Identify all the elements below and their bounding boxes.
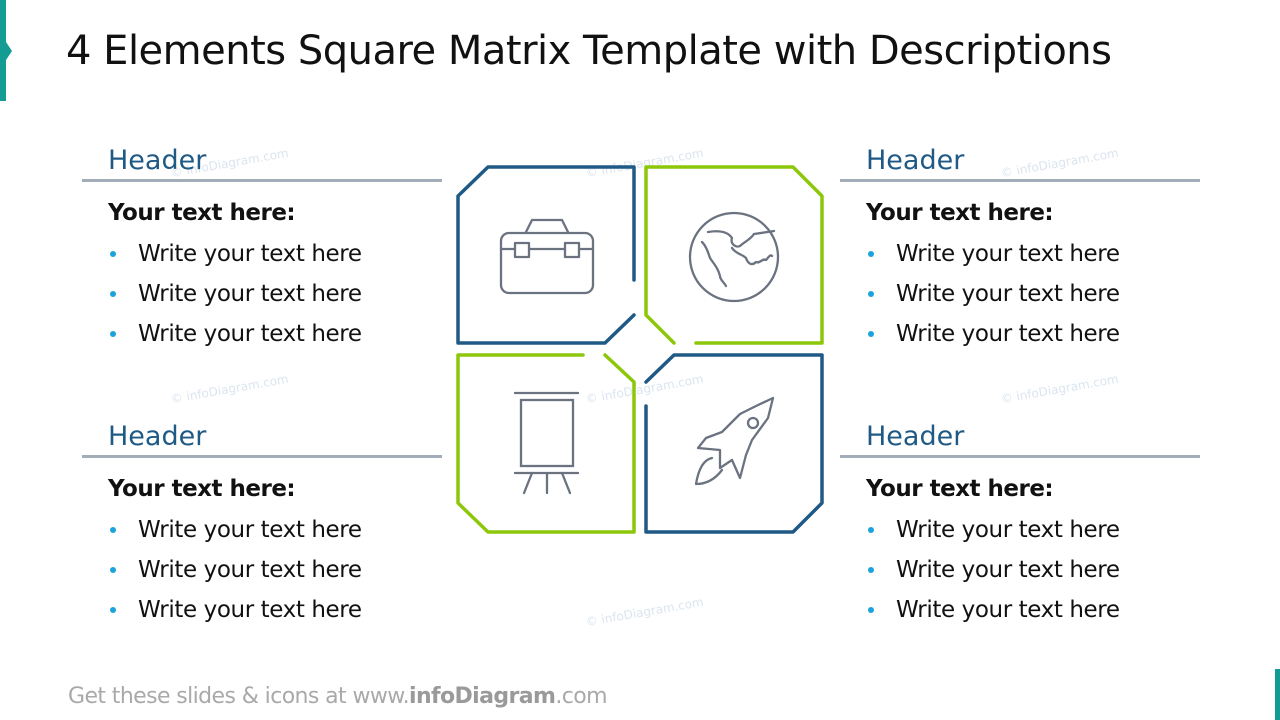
- globe-icon: [688, 211, 780, 303]
- bullet-text: Write your text here: [896, 321, 1120, 347]
- bullet-dot-icon: [110, 251, 116, 257]
- panel-divider: [840, 179, 1200, 182]
- panel-header: Header: [108, 145, 207, 176]
- bullet-text: Write your text here: [138, 597, 362, 623]
- footer-brand: infoDiagram: [409, 684, 556, 709]
- bullet-dot-icon: [868, 607, 874, 613]
- panel-top-left: Header Your text here: Write your text h…: [82, 143, 442, 354]
- bullet-text: Write your text here: [896, 597, 1120, 623]
- bullet-dot-icon: [868, 251, 874, 257]
- bullet-text: Write your text here: [896, 517, 1120, 543]
- watermark: © infoDiagram.com: [584, 594, 705, 630]
- bullet-list: Write your text here Write your text her…: [82, 234, 442, 354]
- bullet-dot-icon: [110, 567, 116, 573]
- bullet-item: Write your text here: [108, 510, 442, 550]
- bullet-text: Write your text here: [138, 517, 362, 543]
- bullet-item: Write your text here: [866, 274, 1200, 314]
- bullet-item: Write your text here: [108, 234, 442, 274]
- bullet-item: Write your text here: [866, 234, 1200, 274]
- flipchart-icon: [513, 391, 580, 495]
- footer-prefix: Get these slides & icons at www.: [68, 684, 410, 709]
- panel-subtitle: Your text here:: [866, 476, 1054, 502]
- bullet-text: Write your text here: [138, 321, 362, 347]
- bullet-text: Write your text here: [138, 557, 362, 583]
- bullet-dot-icon: [868, 527, 874, 533]
- panel-divider: [840, 455, 1200, 458]
- bullet-dot-icon: [868, 331, 874, 337]
- quadrant-bottom-left-frame: [456, 353, 636, 534]
- bullet-text: Write your text here: [896, 281, 1120, 307]
- left-accent-arrow: [6, 42, 12, 60]
- bullet-list: Write your text here Write your text her…: [840, 234, 1200, 354]
- bullet-list: Write your text here Write your text her…: [840, 510, 1200, 630]
- right-accent-bar: [1275, 669, 1280, 720]
- bullet-text: Write your text here: [896, 241, 1120, 267]
- bullet-item: Write your text here: [866, 550, 1200, 590]
- quadrant-bottom-right-frame: [644, 353, 824, 534]
- watermark: © infoDiagram.com: [999, 371, 1120, 407]
- panel-header: Header: [866, 145, 965, 176]
- footer-credit: Get these slides & icons at www.infoDiag…: [68, 684, 608, 709]
- panel-subtitle: Your text here:: [108, 476, 296, 502]
- rocket-icon: [694, 396, 775, 486]
- bullet-dot-icon: [868, 291, 874, 297]
- quadrant-top-left-frame: [456, 165, 636, 345]
- bullet-item: Write your text here: [108, 550, 442, 590]
- bullet-dot-icon: [868, 567, 874, 573]
- bullet-text: Write your text here: [138, 241, 362, 267]
- bullet-item: Write your text here: [108, 274, 442, 314]
- bullet-dot-icon: [110, 527, 116, 533]
- quadrant-top-right-frame: [644, 165, 824, 345]
- square-matrix: [456, 165, 824, 534]
- toolbox-icon: [499, 218, 595, 295]
- bullet-item: Write your text here: [866, 314, 1200, 354]
- panel-header: Header: [866, 421, 965, 452]
- panel-top-right: Header Your text here: Write your text h…: [840, 143, 1200, 354]
- bullet-text: Write your text here: [896, 557, 1120, 583]
- slide-title: 4 Elements Square Matrix Template with D…: [66, 28, 1112, 74]
- bullet-item: Write your text here: [108, 590, 442, 630]
- panel-bottom-right: Header Your text here: Write your text h…: [840, 419, 1200, 630]
- bullet-list: Write your text here Write your text her…: [82, 510, 442, 630]
- bullet-dot-icon: [110, 607, 116, 613]
- panel-subtitle: Your text here:: [108, 200, 296, 226]
- panel-divider: [82, 455, 442, 458]
- panel-divider: [82, 179, 442, 182]
- bullet-item: Write your text here: [108, 314, 442, 354]
- bullet-text: Write your text here: [138, 281, 362, 307]
- bullet-item: Write your text here: [866, 510, 1200, 550]
- panel-header: Header: [108, 421, 207, 452]
- bullet-dot-icon: [110, 331, 116, 337]
- bullet-dot-icon: [110, 291, 116, 297]
- watermark: © infoDiagram.com: [169, 371, 290, 407]
- bullet-item: Write your text here: [866, 590, 1200, 630]
- panel-bottom-left: Header Your text here: Write your text h…: [82, 419, 442, 630]
- panel-subtitle: Your text here:: [866, 200, 1054, 226]
- footer-suffix: .com: [555, 684, 607, 709]
